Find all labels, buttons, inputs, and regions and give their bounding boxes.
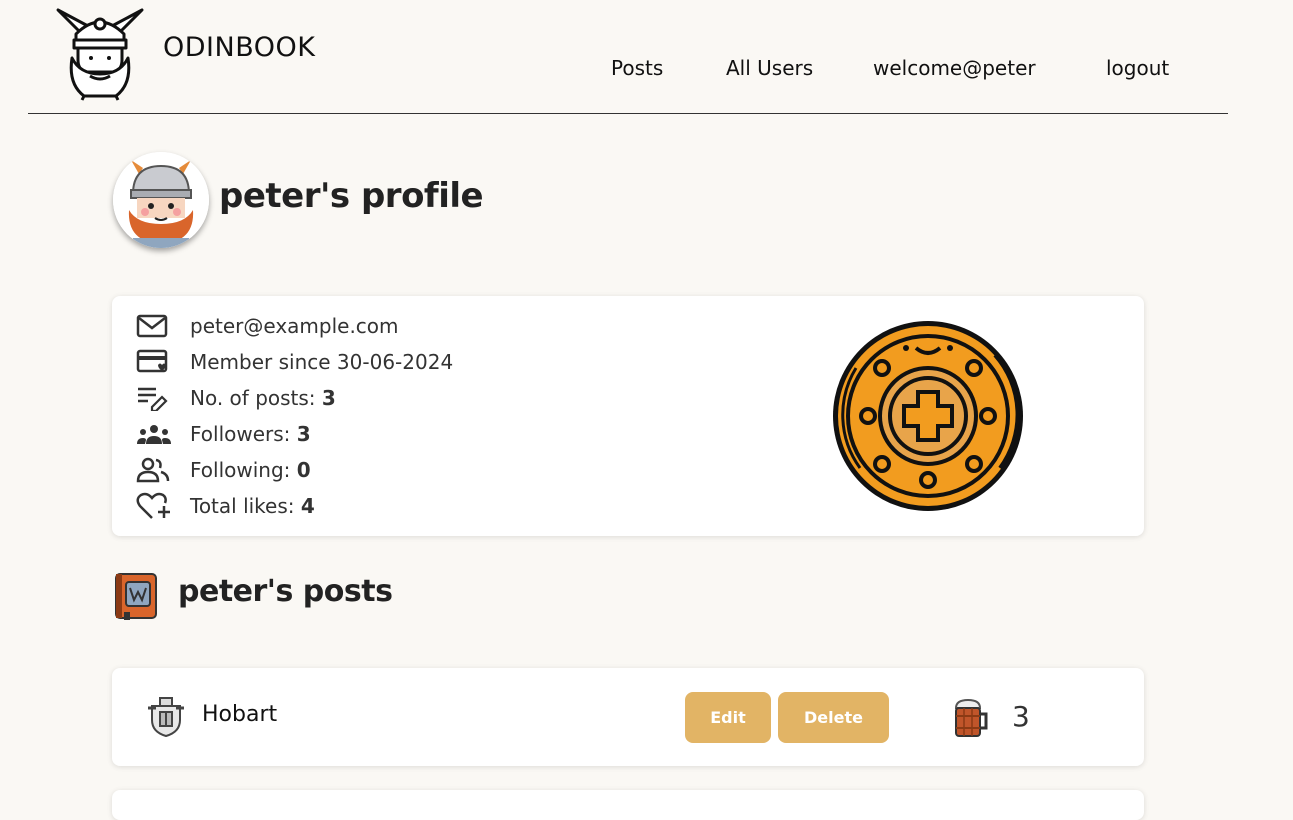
viking-shield-icon (833, 321, 1023, 511)
site-header: ODINBOOK Posts All Users welcome@peter l… (28, 0, 1228, 114)
mead-mug-icon[interactable] (950, 696, 990, 738)
nav-all-users-link[interactable]: All Users (726, 56, 813, 80)
profile-title: peter's profile (219, 176, 484, 216)
posts-count-value: 3 (321, 386, 336, 410)
like-count: 3 (1012, 700, 1030, 733)
followers-label: Followers: (190, 422, 297, 446)
member-since-text: Member since 30-06-2024 (190, 350, 454, 374)
edit-button[interactable]: Edit (685, 692, 771, 743)
post-title[interactable]: Hobart (202, 702, 277, 727)
posts-count-row: No. of posts: 3 (136, 382, 336, 414)
email-row: peter@example.com (136, 310, 399, 342)
profile-info-card: peter@example.com Member since 30-06-202… (112, 296, 1144, 536)
post-card[interactable]: Hobart Edit Delete 3 (112, 668, 1144, 766)
mail-icon (136, 311, 172, 341)
posts-count-label: No. of posts: (190, 386, 322, 410)
heart-plus-icon (136, 491, 172, 521)
total-likes-value: 4 (300, 494, 315, 518)
nav-logout-link[interactable]: logout (1106, 56, 1169, 80)
book-icon (115, 573, 157, 620)
edit-list-icon (136, 383, 172, 413)
card-heart-icon (136, 347, 172, 377)
viking-avatar-icon (113, 152, 209, 248)
total-likes-row: Total likes: 4 (136, 490, 315, 522)
crest-icon (148, 697, 184, 738)
total-likes-label: Total likes: (190, 494, 301, 518)
nav-welcome-link[interactable]: welcome@peter (873, 56, 1036, 80)
odin-logo-icon[interactable] (54, 4, 146, 102)
next-post-card[interactable] (112, 790, 1144, 820)
brand-name[interactable]: ODINBOOK (163, 32, 315, 63)
following-value: 0 (296, 458, 311, 482)
group-icon (136, 419, 172, 449)
email-text: peter@example.com (190, 314, 399, 338)
people-outline-icon (136, 455, 172, 485)
profile-avatar (113, 152, 209, 248)
followers-value: 3 (296, 422, 311, 446)
member-since-row: Member since 30-06-2024 (136, 346, 453, 378)
followers-row: Followers: 3 (136, 418, 311, 450)
following-label: Following: (190, 458, 297, 482)
delete-button[interactable]: Delete (778, 692, 889, 743)
nav-posts-link[interactable]: Posts (611, 56, 663, 80)
posts-section-title: peter's posts (178, 574, 393, 609)
following-row: Following: 0 (136, 454, 311, 486)
